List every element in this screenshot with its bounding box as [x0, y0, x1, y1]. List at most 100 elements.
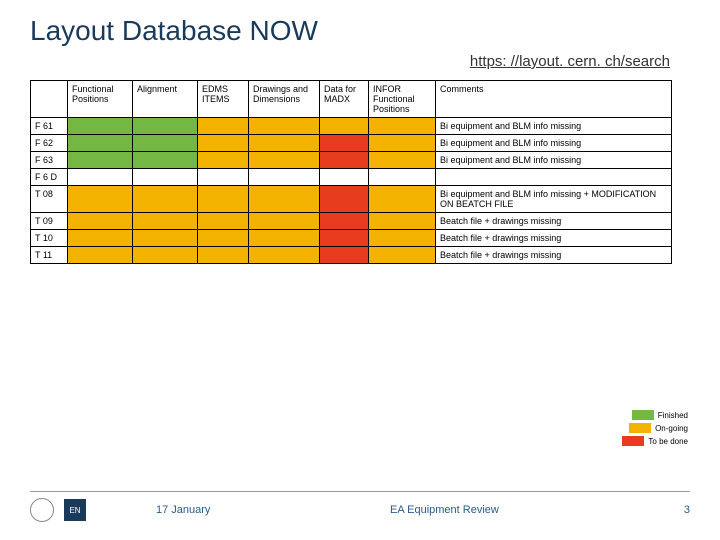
status-cell — [68, 135, 133, 152]
status-cell — [68, 247, 133, 264]
row-comment — [436, 169, 672, 186]
col-dm-header: Data for MADX — [320, 81, 369, 118]
row-comment: Bi equipment and BLM info missing — [436, 135, 672, 152]
en-logo-icon: EN — [64, 499, 86, 521]
col-in-header: INFOR Functional Positions — [369, 81, 436, 118]
legend-todo: To be done — [622, 436, 688, 446]
table-row: F 61 Bi equipment and BLM info missing — [31, 118, 672, 135]
row-id: T 11 — [31, 247, 68, 264]
status-cell — [320, 135, 369, 152]
status-cell — [369, 118, 436, 135]
legend-swatch-green — [632, 410, 654, 420]
col-al-header: Alignment — [133, 81, 198, 118]
table-row: F 6 D — [31, 169, 672, 186]
status-cell — [369, 230, 436, 247]
status-cell — [133, 230, 198, 247]
status-cell — [68, 230, 133, 247]
status-cell — [249, 247, 320, 264]
status-cell — [133, 169, 198, 186]
row-comment: Bi equipment and BLM info missing — [436, 152, 672, 169]
footer-page-number: 3 — [684, 504, 690, 516]
status-cell — [133, 118, 198, 135]
row-id: F 63 — [31, 152, 68, 169]
status-cell — [249, 230, 320, 247]
legend-ongoing: On-going — [622, 423, 688, 433]
footer: EN 17 January EA Equipment Review 3 — [30, 491, 690, 522]
row-comment: Beatch file + drawings missing — [436, 230, 672, 247]
status-cell — [320, 230, 369, 247]
table-row: F 62 Bi equipment and BLM info missing — [31, 135, 672, 152]
status-cell — [320, 118, 369, 135]
status-cell — [320, 213, 369, 230]
status-cell — [68, 152, 133, 169]
status-cell — [369, 213, 436, 230]
status-cell — [249, 186, 320, 213]
status-cell — [198, 186, 249, 213]
status-cell — [320, 247, 369, 264]
row-id: F 6 D — [31, 169, 68, 186]
table-row: T 08 Bi equipment and BLM info missing + … — [31, 186, 672, 213]
row-id: T 08 — [31, 186, 68, 213]
status-cell — [369, 186, 436, 213]
status-cell — [249, 135, 320, 152]
row-id: T 09 — [31, 213, 68, 230]
legend-todo-label: To be done — [648, 437, 688, 446]
status-cell — [133, 152, 198, 169]
status-cell — [249, 213, 320, 230]
legend-finished: Finished — [622, 410, 688, 420]
status-table: Functional Positions Alignment EDMS ITEM… — [30, 80, 672, 264]
col-fp-header: Functional Positions — [68, 81, 133, 118]
status-cell — [249, 118, 320, 135]
status-cell — [198, 213, 249, 230]
table-row: T 09 Beatch file + drawings missing — [31, 213, 672, 230]
status-cell — [133, 186, 198, 213]
layout-db-link[interactable]: https: //layout. cern. ch/search — [30, 53, 690, 70]
row-comment: Beatch file + drawings missing — [436, 247, 672, 264]
status-cell — [369, 152, 436, 169]
status-cell — [320, 169, 369, 186]
row-id: F 62 — [31, 135, 68, 152]
legend-swatch-red — [622, 436, 644, 446]
table-row: F 63 Bi equipment and BLM info missing — [31, 152, 672, 169]
status-cell — [198, 118, 249, 135]
footer-date: 17 January — [156, 504, 210, 516]
row-comment: Bi equipment and BLM info missing + MODI… — [436, 186, 672, 213]
status-cell — [198, 152, 249, 169]
table-header-row: Functional Positions Alignment EDMS ITEM… — [31, 81, 672, 118]
legend-swatch-orange — [629, 423, 651, 433]
footer-name: EA Equipment Review — [390, 504, 499, 516]
row-comment: Bi equipment and BLM info missing — [436, 118, 672, 135]
status-cell — [133, 247, 198, 264]
table-row: T 11 Beatch file + drawings missing — [31, 247, 672, 264]
status-cell — [369, 247, 436, 264]
status-cell — [320, 186, 369, 213]
status-cell — [320, 152, 369, 169]
legend-finished-label: Finished — [658, 411, 688, 420]
status-cell — [369, 135, 436, 152]
cern-logo-icon — [30, 498, 54, 522]
col-dw-header: Drawings and Dimensions — [249, 81, 320, 118]
col-cm-header: Comments — [436, 81, 672, 118]
page-title: Layout Database NOW — [30, 15, 690, 47]
status-cell — [68, 169, 133, 186]
status-cell — [198, 135, 249, 152]
legend-ongoing-label: On-going — [655, 424, 688, 433]
status-cell — [249, 169, 320, 186]
row-comment: Beatch file + drawings missing — [436, 213, 672, 230]
status-cell — [68, 118, 133, 135]
status-cell — [198, 169, 249, 186]
legend: Finished On-going To be done — [622, 410, 688, 449]
status-cell — [133, 213, 198, 230]
status-cell — [369, 169, 436, 186]
status-cell — [249, 152, 320, 169]
status-cell — [133, 135, 198, 152]
status-cell — [198, 230, 249, 247]
table-row: T 10 Beatch file + drawings missing — [31, 230, 672, 247]
status-cell — [198, 247, 249, 264]
status-cell — [68, 186, 133, 213]
row-id: F 61 — [31, 118, 68, 135]
col-id-header — [31, 81, 68, 118]
col-ed-header: EDMS ITEMS — [198, 81, 249, 118]
status-cell — [68, 213, 133, 230]
row-id: T 10 — [31, 230, 68, 247]
